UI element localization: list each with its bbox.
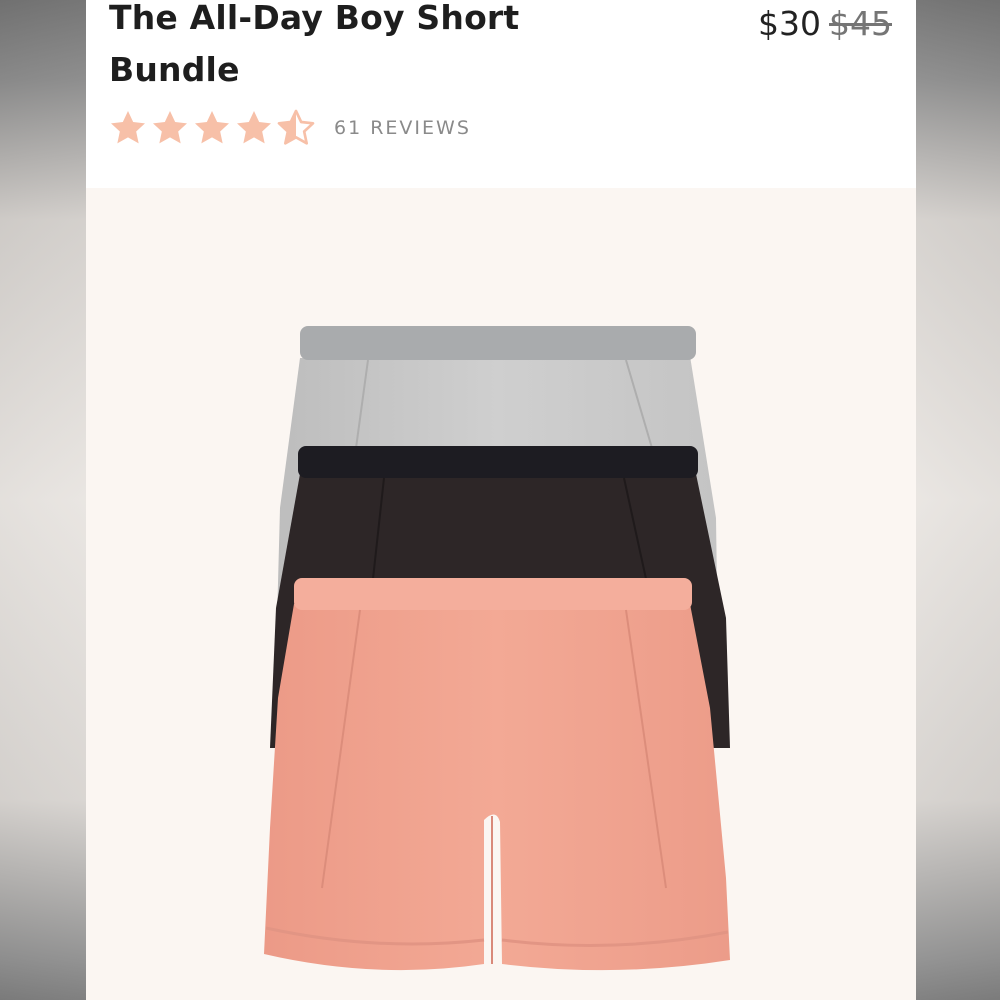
reviews-count-link[interactable]: 61 REVIEWS <box>334 117 471 139</box>
star-icon <box>111 111 145 144</box>
star-icon <box>237 111 271 144</box>
half-star-icon <box>277 109 315 145</box>
star-icon <box>153 111 187 144</box>
star-icon <box>195 111 229 144</box>
shorts-illustration <box>264 326 730 971</box>
pink-short <box>264 578 730 971</box>
rating-row[interactable]: 61 REVIEWS <box>108 108 471 148</box>
product-image <box>86 188 916 1000</box>
right-blurred-border <box>916 0 1000 1000</box>
left-blurred-border <box>0 0 86 1000</box>
sale-price: $30 <box>758 4 821 43</box>
product-title: The All-Day Boy Short Bundle <box>109 0 520 89</box>
screenshot-page: The All-Day Boy Short Bundle $30 $45 61 R… <box>0 0 1000 1000</box>
price-block: $30 $45 <box>758 4 892 43</box>
product-header: The All-Day Boy Short Bundle $30 $45 61 R… <box>86 0 916 188</box>
product-card: The All-Day Boy Short Bundle $30 $45 61 R… <box>86 0 916 1000</box>
original-price: $45 <box>829 4 892 43</box>
